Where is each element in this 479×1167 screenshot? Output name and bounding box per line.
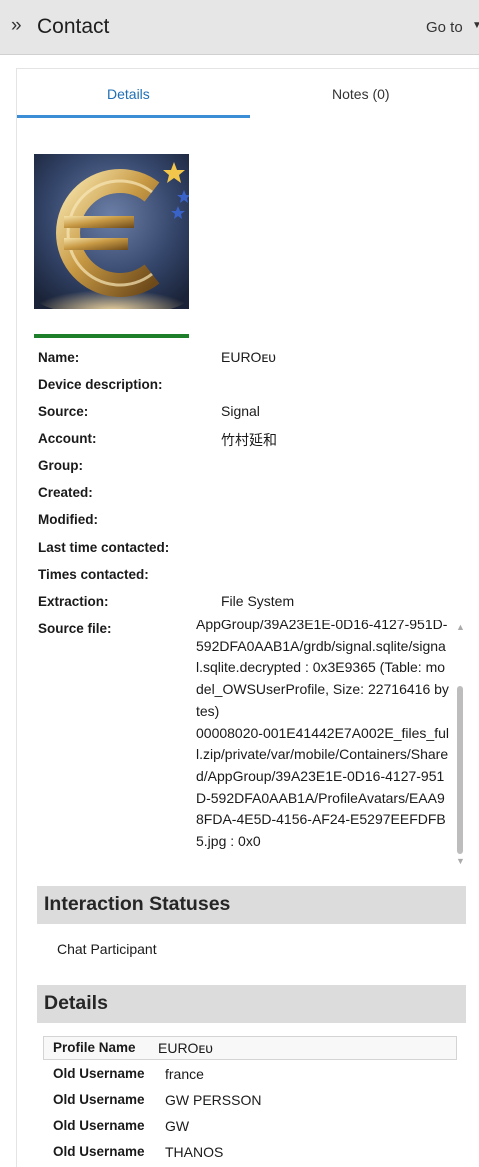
field-modified-label: Modified: — [38, 512, 98, 527]
field-device-description-label: Device description: — [38, 377, 163, 392]
field-account-label: Account: — [38, 431, 97, 446]
tab-notes[interactable]: Notes (0) — [332, 86, 390, 102]
source-file-scrollbar[interactable]: ▲ ▼ — [453, 620, 467, 876]
table-row: Old Username GW — [43, 1114, 457, 1138]
field-source-value: Signal — [221, 403, 260, 419]
profile-row-value: france — [165, 1066, 204, 1082]
table-row: Old Username france — [43, 1062, 457, 1086]
field-source-label: Source: — [38, 404, 89, 419]
goto-menu[interactable]: Go to — [426, 19, 463, 36]
profile-row-value: GW PERSSON — [165, 1092, 262, 1108]
field-group-label: Group: — [38, 458, 83, 473]
profile-row-key: Old Username — [53, 1066, 145, 1081]
interaction-statuses-title: Interaction Statuses — [44, 893, 231, 915]
field-name-label: Name: — [38, 350, 80, 365]
table-row: Profile Name EUROᴇᴜ — [43, 1036, 457, 1060]
field-name-value: EUROᴇᴜ — [221, 349, 276, 365]
header-bar: » Contact Go to ▼ — [0, 0, 479, 55]
source-file-text-box[interactable]: AppGroup/39A23E1E-0D16-4127-951D-592DFA0… — [196, 620, 452, 876]
field-last-time-contacted-label: Last time contacted: — [38, 540, 170, 555]
scroll-up-arrow-icon[interactable]: ▲ — [456, 622, 465, 632]
profile-row-value: THANOS — [165, 1144, 224, 1160]
caret-down-icon[interactable]: ▼ — [472, 20, 479, 31]
field-created-label: Created: — [38, 485, 93, 500]
status-bar — [34, 334, 189, 338]
profile-row-key: Old Username — [53, 1118, 145, 1133]
profile-row-key: Old Username — [53, 1092, 145, 1107]
double-chevron-right-icon[interactable]: » — [11, 15, 22, 37]
profile-row-key: Profile Name — [53, 1040, 136, 1055]
profile-row-key: Old Username — [53, 1144, 145, 1159]
profile-row-value: EUROᴇᴜ — [158, 1040, 213, 1056]
details-section-header: Details — [37, 985, 466, 1023]
name-text: EUROᴇᴜ — [221, 349, 276, 365]
details-section-title: Details — [44, 992, 108, 1014]
table-row: Old Username THANOS — [43, 1140, 457, 1164]
field-times-contacted-label: Times contacted: — [38, 567, 149, 582]
page-title: Contact — [37, 15, 110, 38]
tab-details[interactable]: Details — [107, 86, 150, 102]
source-file-text: AppGroup/39A23E1E-0D16-4127-951D-592DFA0… — [196, 620, 449, 850]
scroll-down-arrow-icon[interactable]: ▼ — [456, 856, 465, 866]
table-row: Old Username GW PERSSON — [43, 1088, 457, 1112]
active-tab-indicator — [17, 115, 250, 118]
profile-row-value: GW — [165, 1118, 190, 1134]
scrollbar-thumb[interactable] — [457, 686, 463, 854]
field-extraction-label: Extraction: — [38, 594, 109, 609]
field-account-value: 竹村延和 — [221, 432, 277, 448]
interaction-statuses-header: Interaction Statuses — [37, 886, 466, 924]
field-source-file-label: Source file: — [38, 621, 112, 636]
contact-avatar — [34, 154, 189, 309]
interaction-status-item: Chat Participant — [57, 941, 157, 957]
field-extraction-value: File System — [221, 593, 295, 609]
